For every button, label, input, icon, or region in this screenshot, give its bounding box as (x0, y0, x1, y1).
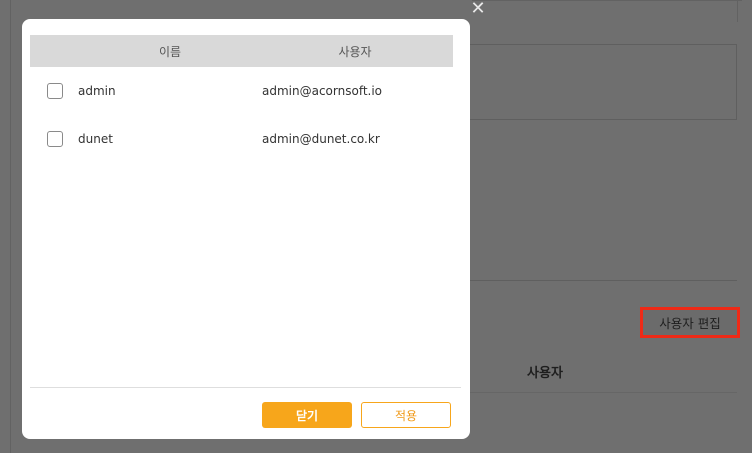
row-email: admin@dunet.co.kr (262, 132, 380, 146)
user-select-modal: 이름 사용자 admin admin@acornsoft.io dunet ad… (22, 19, 470, 439)
edit-users-button[interactable]: 사용자 편집 (640, 307, 740, 338)
background-table-divider (470, 392, 737, 393)
table-header: 이름 사용자 (30, 35, 453, 67)
apply-button[interactable]: 적용 (361, 402, 451, 428)
background-top-right-edge (737, 0, 738, 22)
table-row[interactable]: admin admin@acornsoft.io (30, 75, 453, 107)
background-top-border (472, 0, 742, 1)
row-name: admin (78, 84, 116, 98)
background-table-header-user: 사용자 (527, 366, 563, 381)
background-description-field (470, 44, 737, 120)
close-button[interactable]: 닫기 (262, 402, 352, 428)
table-row[interactable]: dunet admin@dunet.co.kr (30, 123, 453, 155)
row-email: admin@acornsoft.io (262, 84, 383, 98)
row-checkbox[interactable] (47, 83, 63, 99)
column-header-name: 이름 (158, 44, 182, 59)
row-name: dunet (78, 132, 113, 146)
background-divider (470, 280, 737, 281)
modal-footer-divider (30, 387, 461, 388)
column-header-user: 사용자 (338, 44, 372, 59)
row-checkbox[interactable] (47, 131, 63, 147)
close-icon[interactable]: ✕ (470, 0, 486, 18)
